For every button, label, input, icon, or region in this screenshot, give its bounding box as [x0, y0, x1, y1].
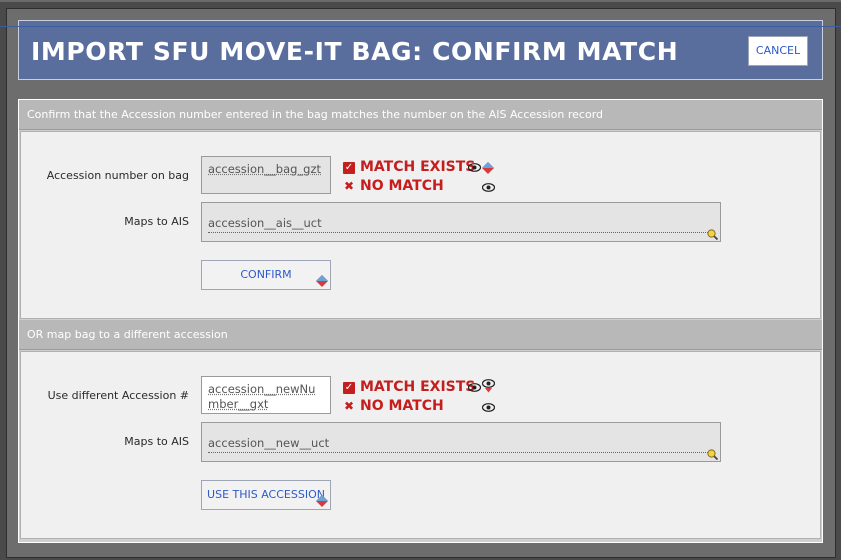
use-this-accession-label: USE THIS ACCESSION: [207, 488, 325, 501]
diamond-icon[interactable]: [482, 162, 494, 174]
section-different-heading: OR map bag to a different accession: [19, 320, 822, 350]
x-icon: ✖: [343, 399, 355, 413]
different-accession-label: Use different Accession #: [47, 389, 189, 402]
bag-accession-label: Accession number on bag: [46, 169, 189, 182]
match-exists-text: MATCH EXISTS: [360, 379, 476, 395]
different-accession-value: accession__newNumber__gxt: [208, 382, 316, 411]
eye-down-icon[interactable]: [482, 379, 495, 393]
magnifier-icon[interactable]: [707, 449, 718, 460]
different-accession-field[interactable]: accession__newNumber__gxt: [201, 376, 331, 414]
match-exists-indicator: ✓ MATCH EXISTS: [343, 159, 475, 175]
no-match-indicator: ✖ NO MATCH: [343, 398, 444, 414]
eye-icon[interactable]: [468, 383, 481, 392]
use-this-accession-button[interactable]: USE THIS ACCESSION: [201, 480, 331, 510]
maps-to-ais-value: accession__ais__uct: [208, 216, 714, 233]
dialog-header: IMPORT SFU MOVE-IT BAG: CONFIRM MATCH CA…: [18, 20, 823, 80]
match-exists-indicator: ✓ MATCH EXISTS: [343, 379, 475, 395]
maps-to-ais-new-field[interactable]: accession__new__uct: [201, 422, 721, 462]
eye-icon[interactable]: [468, 163, 481, 172]
maps-to-ais-label: Maps to AIS: [124, 215, 189, 228]
magnifier-icon[interactable]: [707, 229, 718, 240]
confirm-button[interactable]: CONFIRM: [201, 260, 331, 290]
no-match-text: NO MATCH: [360, 178, 444, 194]
top-edge: [0, 0, 841, 2]
diamond-icon: [316, 275, 328, 287]
eye-icon[interactable]: [482, 183, 495, 192]
check-icon: ✓: [343, 162, 355, 174]
maps-to-ais-label: Maps to AIS: [124, 435, 189, 448]
overlay-guide-line: [0, 26, 841, 27]
bag-accession-value: accession__bag_gzt: [208, 162, 322, 176]
maps-to-ais-field[interactable]: accession__ais__uct: [201, 202, 721, 242]
no-match-indicator: ✖ NO MATCH: [343, 178, 444, 194]
x-icon: ✖: [343, 179, 355, 193]
dialog-title: IMPORT SFU MOVE-IT BAG: CONFIRM MATCH: [31, 37, 679, 66]
confirm-button-label: CONFIRM: [240, 268, 292, 281]
bag-accession-field[interactable]: accession__bag_gzt: [201, 156, 331, 194]
section-different-panel: Use different Accession # accession__new…: [20, 351, 821, 539]
check-icon: ✓: [343, 382, 355, 394]
cancel-button[interactable]: CANCEL: [748, 36, 808, 66]
match-exists-text: MATCH EXISTS: [360, 159, 476, 175]
diamond-icon: [316, 495, 328, 507]
no-match-text: NO MATCH: [360, 398, 444, 414]
import-dialog: IMPORT SFU MOVE-IT BAG: CONFIRM MATCH CA…: [6, 8, 836, 558]
eye-icon[interactable]: [482, 403, 495, 412]
maps-to-ais-new-value: accession__new__uct: [208, 436, 714, 453]
dialog-content: Confirm that the Accession number entere…: [18, 99, 823, 543]
section-confirm-panel: Accession number on bag accession__bag_g…: [20, 131, 821, 319]
section-confirm-heading: Confirm that the Accession number entere…: [19, 100, 822, 130]
